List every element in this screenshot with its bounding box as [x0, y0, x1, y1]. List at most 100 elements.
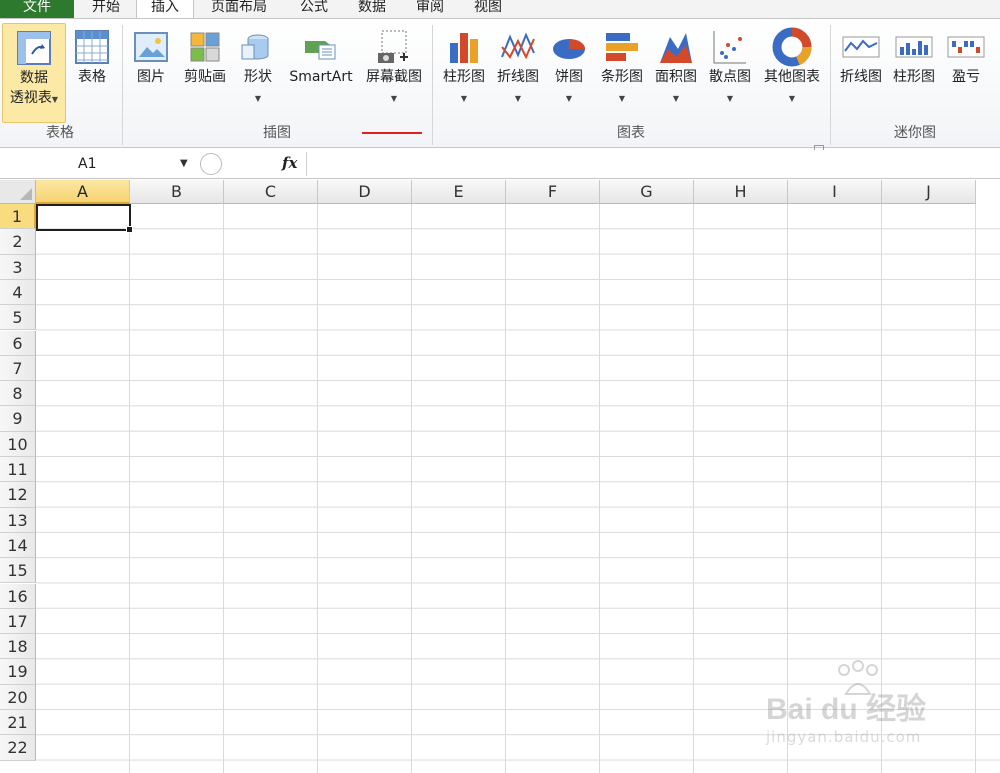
row-header[interactable]: 12	[0, 482, 36, 508]
smartart-label: SmartArt	[289, 69, 353, 85]
sparkline-line-icon	[842, 36, 880, 58]
row-header[interactable]: 19	[0, 659, 36, 685]
sparkline-winloss-label: 盈亏	[952, 69, 980, 85]
row-header[interactable]: 4	[0, 279, 36, 306]
column-header[interactable]: F	[506, 180, 600, 204]
column-header[interactable]: I	[788, 180, 882, 204]
line-chart-button[interactable]: 折线图 ▼	[492, 23, 544, 107]
picture-icon	[134, 32, 168, 62]
tab-file[interactable]: 文件	[0, 0, 74, 18]
table-button[interactable]: 表格	[68, 23, 116, 87]
sparkline-column-label: 柱形图	[893, 69, 935, 85]
ribbon: 数据 透视表▼ 表格 表格 图片 剪贴画 形状 ▼ SmartArt 屏幕截图 …	[0, 18, 1000, 155]
column-header[interactable]: J	[882, 180, 976, 204]
tab-page-layout[interactable]: 页面布局	[196, 0, 282, 18]
sparkline-column-button[interactable]: 柱形图	[888, 23, 940, 87]
column-header[interactable]: H	[694, 180, 788, 204]
pie-chart-icon	[553, 39, 585, 59]
pie-chart-button[interactable]: 饼图 ▼	[546, 23, 592, 107]
row-header[interactable]: 11	[0, 457, 36, 483]
column-chart-icon	[450, 33, 478, 63]
smartart-button[interactable]: SmartArt	[284, 23, 358, 87]
name-box-value: A1	[78, 156, 97, 172]
clipart-button[interactable]: 剪贴画	[178, 23, 232, 87]
chevron-down-icon: ▼	[460, 94, 468, 103]
pivot-table-button[interactable]: 数据 透视表▼	[2, 23, 66, 123]
row-header[interactable]: 22	[0, 735, 36, 761]
column-header[interactable]: A	[36, 180, 130, 204]
row-header[interactable]: 7	[0, 355, 36, 382]
formula-input[interactable]	[306, 152, 1000, 176]
row-header[interactable]: 6	[0, 330, 36, 356]
ribbon-tabs: 文件 开始 插入 页面布局 公式 数据 审阅 视图	[0, 0, 1000, 20]
group-label-sparklines: 迷你图	[894, 125, 936, 141]
active-cell[interactable]	[36, 204, 133, 233]
screenshot-label: 屏幕截图	[366, 69, 422, 85]
shapes-icon	[241, 34, 269, 60]
column-header[interactable]: C	[224, 180, 318, 204]
ribbon-separator	[830, 25, 831, 145]
row-header[interactable]: 10	[0, 431, 36, 457]
picture-button[interactable]: 图片	[128, 23, 174, 87]
tab-view[interactable]: 视图	[460, 0, 516, 18]
baidu-watermark: Bai du 经验 jingyan.baidu.com	[762, 660, 962, 760]
group-label-illustrations: 插图	[263, 125, 291, 141]
column-header[interactable]: G	[600, 180, 694, 204]
watermark-url: jingyan.baidu.com	[766, 728, 922, 746]
tab-insert[interactable]: 插入	[136, 0, 194, 20]
select-all-corner[interactable]	[0, 180, 36, 204]
chevron-down-icon: ▼	[672, 94, 680, 103]
row-header[interactable]: 2	[0, 229, 36, 255]
row-header[interactable]: 8	[0, 381, 36, 407]
line-chart-icon	[501, 32, 535, 60]
pie-chart-label: 饼图	[555, 69, 583, 85]
row-header[interactable]: 15	[0, 558, 36, 584]
shapes-label: 形状	[244, 69, 272, 85]
row-header[interactable]: 1	[0, 204, 36, 230]
row-header[interactable]: 3	[0, 254, 36, 280]
sparkline-line-label: 折线图	[840, 69, 882, 85]
other-charts-button[interactable]: 其他图表 ▼	[758, 23, 826, 107]
name-box[interactable]: A1 ▼	[0, 152, 196, 176]
row-header[interactable]: 13	[0, 507, 36, 533]
tab-data[interactable]: 数据	[344, 0, 400, 18]
scatter-chart-icon	[713, 31, 746, 64]
pivot-label-2: 透视表▼	[9, 90, 59, 106]
tab-home[interactable]: 开始	[78, 0, 134, 18]
chevron-down-icon: ▼	[565, 94, 573, 103]
doughnut-chart-icon	[772, 27, 812, 67]
chevron-down-icon[interactable]: ▼	[180, 152, 188, 176]
area-chart-button[interactable]: 面积图 ▼	[650, 23, 702, 107]
row-header[interactable]: 21	[0, 710, 36, 736]
scatter-chart-button[interactable]: 散点图 ▼	[704, 23, 756, 107]
sparkline-line-button[interactable]: 折线图	[836, 23, 886, 87]
group-label-table: 表格	[46, 125, 74, 141]
row-header[interactable]: 5	[0, 305, 36, 331]
row-header[interactable]: 20	[0, 684, 36, 710]
column-header[interactable]: E	[412, 180, 506, 204]
picture-label: 图片	[137, 69, 165, 85]
table-icon	[75, 30, 109, 64]
row-header[interactable]: 14	[0, 532, 36, 559]
row-header[interactable]: 18	[0, 634, 36, 660]
table-label: 表格	[78, 69, 106, 85]
formula-bar: A1 ▼ fx	[0, 150, 1000, 179]
bar-chart-button[interactable]: 条形图 ▼	[596, 23, 648, 107]
clipart-label: 剪贴画	[184, 69, 226, 85]
row-header[interactable]: 9	[0, 406, 36, 432]
shapes-button[interactable]: 形状 ▼	[236, 23, 280, 107]
insert-function-icon[interactable]: fx	[282, 154, 297, 172]
screenshot-button[interactable]: 屏幕截图 ▼	[360, 23, 428, 107]
tab-review[interactable]: 审阅	[402, 0, 458, 18]
sparkline-winloss-icon	[947, 36, 985, 58]
formula-cancel-icon[interactable]	[200, 153, 222, 175]
row-header[interactable]: 17	[0, 608, 36, 635]
column-chart-button[interactable]: 柱形图 ▼	[438, 23, 490, 107]
sparkline-winloss-button[interactable]: 盈亏	[944, 23, 988, 87]
chevron-down-icon: ▼	[618, 94, 626, 103]
column-header[interactable]: D	[318, 180, 412, 204]
column-header[interactable]: B	[130, 180, 224, 204]
row-header[interactable]: 16	[0, 583, 36, 609]
sparkline-column-icon	[895, 36, 933, 58]
tab-formulas[interactable]: 公式	[286, 0, 342, 18]
